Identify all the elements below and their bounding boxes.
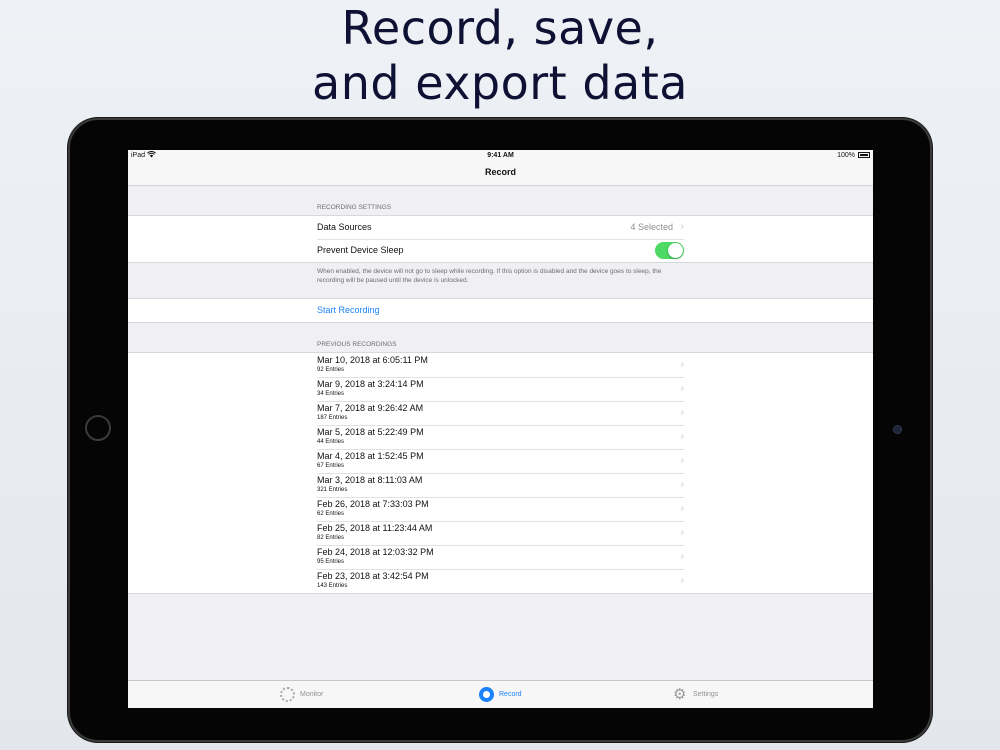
- headline-line-1: Record, save,: [341, 1, 659, 55]
- list-item[interactable]: Feb 26, 2018 at 7:33:03 PM 62 Entries ›: [128, 497, 873, 521]
- recording-entries: 34 Entries: [317, 391, 345, 397]
- chevron-right-icon: ›: [680, 551, 684, 562]
- recording-date: Feb 24, 2018 at 12:03:32 PM: [317, 547, 434, 557]
- prevent-sleep-label: Prevent Device Sleep: [317, 245, 404, 255]
- recording-entries: 321 Entries: [317, 487, 348, 493]
- home-button[interactable]: [85, 415, 111, 441]
- data-sources-label: Data Sources: [317, 222, 372, 232]
- recording-date: Mar 10, 2018 at 6:05:11 PM: [317, 355, 428, 365]
- tab-record-label: Record: [499, 691, 522, 698]
- chevron-right-icon: ›: [680, 503, 684, 514]
- gear-icon: ⚙: [673, 686, 687, 703]
- data-sources-row[interactable]: Data Sources 4 Selected ›: [128, 216, 873, 239]
- status-time: 9:41 AM: [487, 152, 514, 159]
- list-item[interactable]: Mar 3, 2018 at 8:11:03 AM 321 Entries ›: [128, 473, 873, 497]
- chevron-right-icon: ›: [680, 575, 684, 586]
- list-item[interactable]: Feb 24, 2018 at 12:03:32 PM 95 Entries ›: [128, 545, 873, 569]
- recording-date: Feb 25, 2018 at 11:23:44 AM: [317, 523, 433, 533]
- recording-settings-group: Data Sources 4 Selected › Prevent Device…: [128, 215, 873, 263]
- recording-date: Mar 9, 2018 at 3:24:14 PM: [317, 379, 424, 389]
- list-item[interactable]: Mar 9, 2018 at 3:24:14 PM 34 Entries ›: [128, 377, 873, 401]
- tab-settings-label: Settings: [693, 691, 719, 698]
- list-item[interactable]: Mar 10, 2018 at 6:05:11 PM 92 Entries ›: [128, 353, 873, 377]
- status-bar: iPad 9:41 AM 100%: [128, 150, 873, 162]
- start-recording-button[interactable]: Start Recording: [317, 305, 380, 315]
- chevron-right-icon: ›: [680, 407, 684, 418]
- navigation-bar: Record: [128, 162, 873, 186]
- app-screen: iPad 9:41 AM 100% Record RECORDING SETTI…: [128, 150, 873, 708]
- camera-icon: [893, 425, 902, 434]
- recording-date: Mar 7, 2018 at 9:26:42 AM: [317, 403, 424, 413]
- start-recording-group: Start Recording: [128, 298, 873, 323]
- recording-entries: 92 Entries: [317, 367, 345, 373]
- start-recording-row[interactable]: Start Recording: [128, 299, 873, 322]
- prevent-sleep-row: Prevent Device Sleep: [128, 239, 873, 262]
- chevron-right-icon: ›: [680, 383, 684, 394]
- recording-entries: 44 Entries: [317, 439, 345, 445]
- prevent-sleep-toggle[interactable]: [655, 242, 684, 259]
- battery-icon: [858, 152, 870, 158]
- chevron-right-icon: ›: [680, 221, 684, 232]
- recording-date: Feb 26, 2018 at 7:33:03 PM: [317, 499, 429, 509]
- recording-date: Mar 5, 2018 at 5:22:49 PM: [317, 427, 424, 437]
- recording-entries: 82 Entries: [317, 535, 345, 541]
- monitor-icon: [280, 687, 295, 702]
- page-title: Record: [484, 167, 516, 177]
- list-item[interactable]: Feb 25, 2018 at 11:23:44 AM 82 Entries ›: [128, 521, 873, 545]
- prevent-sleep-footnote: When enabled, the device will not go to …: [317, 268, 662, 284]
- recording-date: Mar 4, 2018 at 1:52:45 PM: [317, 451, 424, 461]
- previous-recordings-list: Mar 10, 2018 at 6:05:11 PM 92 Entries › …: [128, 352, 873, 594]
- list-item[interactable]: Mar 4, 2018 at 1:52:45 PM 67 Entries ›: [128, 449, 873, 473]
- tab-monitor-label: Monitor: [300, 691, 324, 698]
- headline-line-2: and export data: [312, 56, 688, 110]
- list-item[interactable]: Mar 7, 2018 at 9:26:42 AM 187 Entries ›: [128, 401, 873, 425]
- battery-percent: 100%: [837, 152, 855, 159]
- list-item[interactable]: Mar 5, 2018 at 5:22:49 PM 44 Entries ›: [128, 425, 873, 449]
- recording-entries: 62 Entries: [317, 511, 345, 517]
- chevron-right-icon: ›: [680, 359, 684, 370]
- chevron-right-icon: ›: [680, 431, 684, 442]
- recording-date: Mar 3, 2018 at 8:11:03 AM: [317, 475, 423, 485]
- chevron-right-icon: ›: [680, 479, 684, 490]
- recording-entries: 187 Entries: [317, 415, 348, 421]
- recording-entries: 67 Entries: [317, 463, 345, 469]
- recording-entries: 143 Entries: [317, 583, 348, 589]
- list-item[interactable]: Feb 23, 2018 at 3:42:54 PM 143 Entries ›: [128, 569, 873, 593]
- recording-entries: 95 Entries: [317, 559, 345, 565]
- data-sources-value: 4 Selected: [630, 222, 673, 232]
- recording-date: Feb 23, 2018 at 3:42:54 PM: [317, 571, 429, 581]
- record-icon: [479, 687, 494, 702]
- chevron-right-icon: ›: [680, 527, 684, 538]
- tab-bar: Monitor Record ⚙ Settings: [128, 680, 873, 708]
- previous-recordings-header: PREVIOUS RECORDINGS: [317, 341, 397, 348]
- recording-settings-header: RECORDING SETTINGS: [317, 204, 392, 211]
- chevron-right-icon: ›: [680, 455, 684, 466]
